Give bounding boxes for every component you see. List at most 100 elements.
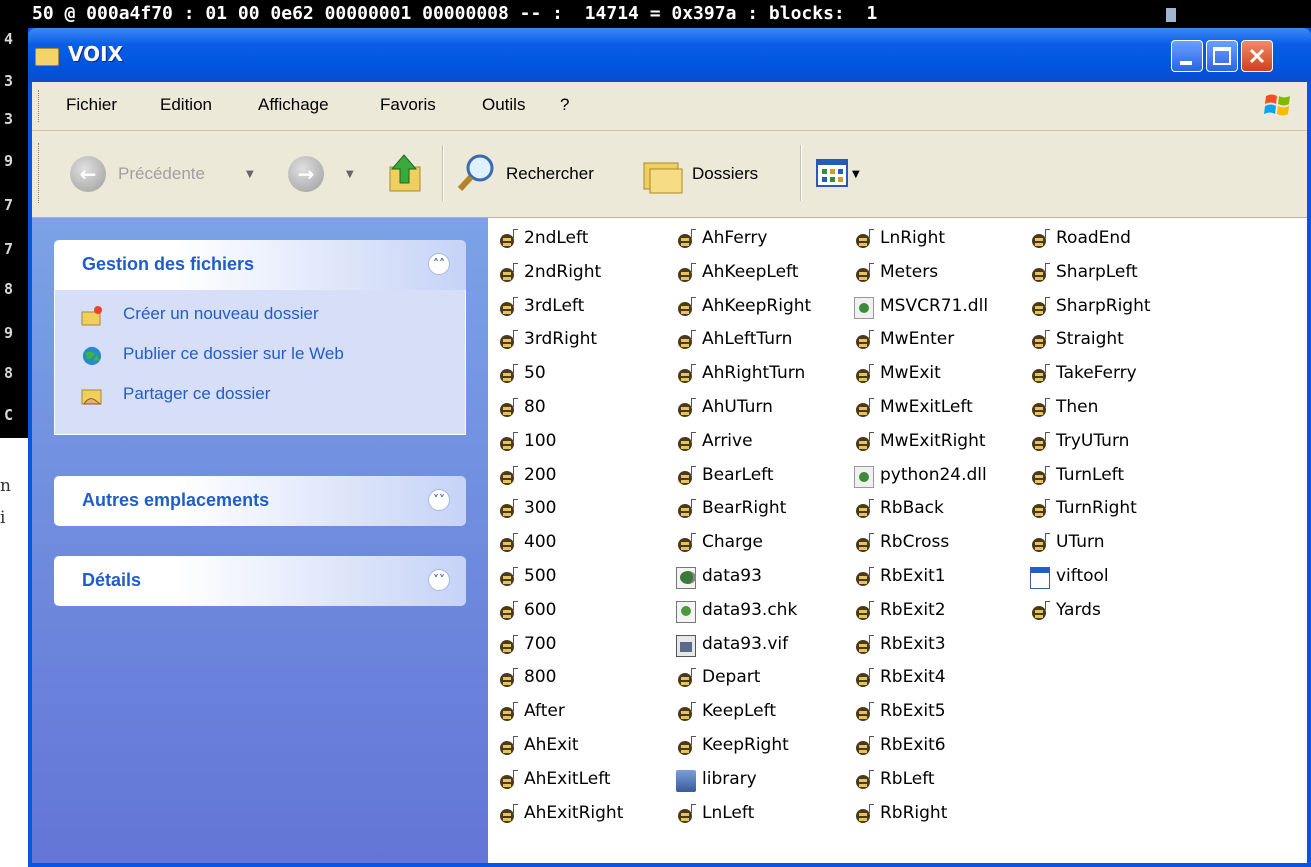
file-name: data93.chk [702,599,798,620]
file-name: data93 [702,566,762,586]
task-pane: Gestion des fichiers ˄˄ Créer un nouveau… [32,218,488,863]
explorer-window: VOIX Fichier Edition Affichage Favoris O… [28,28,1311,867]
file-name: AhLeftTurn [702,329,793,350]
back-dropdown-icon[interactable]: ▼ [246,169,254,180]
collapse-icon[interactable]: ˄˄ [428,253,450,275]
console-digit: 8 [4,280,14,298]
close-button[interactable] [1241,40,1273,72]
folder-up-icon[interactable] [386,151,426,195]
sound-file-icon [1030,431,1050,454]
folders-icon[interactable] [642,155,684,195]
file-name: Charge [702,532,764,553]
forward-dropdown-icon[interactable]: ▼ [346,169,354,180]
sound-file-icon [854,330,874,353]
menu-favoris[interactable]: Favoris [380,95,436,115]
menu-bar: Fichier Edition Affichage Favoris Outils… [32,82,1307,131]
forward-button[interactable]: → [288,156,324,192]
file-name: 500 [524,566,557,586]
menu-fichier[interactable]: Fichier [66,95,117,115]
file-name: UTurn [1056,532,1105,553]
toolbar-grip[interactable] [38,143,42,203]
folders-label[interactable]: Dossiers [692,164,758,184]
back-arrow-icon: ← [79,162,97,186]
library-file-icon [676,769,696,792]
search-label[interactable]: Rechercher [506,164,594,184]
menu-edition[interactable]: Edition [160,95,212,115]
details-panel: Détails ˅˅ [54,556,466,606]
file-name: RbRight [880,802,948,823]
task-new-folder[interactable]: Créer un nouveau dossier [55,300,465,340]
task-publish-web[interactable]: Publier ce dossier sur le Web [55,340,465,380]
sound-file-icon [676,702,696,725]
toolbar: ← Précédente ▼ → ▼ Rechercher Dossiers ▼ [32,131,1307,218]
file-name: data93.vif [702,633,789,654]
console-digit: 3 [4,110,14,128]
details-header[interactable]: Détails ˅˅ [54,556,466,606]
sound-file-icon [676,499,696,522]
menu-affichage[interactable]: Affichage [258,95,329,115]
search-icon[interactable] [456,153,496,193]
task-share-folder[interactable]: Partager ce dossier [55,380,465,420]
file-name: viftool [1056,566,1109,586]
sound-file-icon [1030,398,1050,420]
other-places-title: Autres emplacements [82,490,270,510]
mouse-cursor-icon [1166,8,1176,22]
file-name: Depart [702,667,761,688]
file-name: BearLeft [702,464,774,485]
sound-file-icon [498,499,518,522]
sound-file-icon [498,803,518,826]
menu-help[interactable]: ? [560,95,569,115]
menu-grip[interactable] [38,90,42,122]
file-tasks-header[interactable]: Gestion des fichiers ˄˄ [54,240,466,290]
sound-file-icon [498,465,518,488]
file-name: RbExit1 [880,566,946,586]
file-icon [676,567,696,589]
sound-file-icon [498,634,518,657]
file-name: AhRightTurn [702,363,806,384]
other-places-panel: Autres emplacements ˅˅ [54,476,466,526]
sound-file-icon [854,567,874,589]
file-name: RbBack [880,498,944,519]
sound-file-icon [498,330,518,353]
windows-logo-icon [1264,94,1290,116]
expand-icon[interactable]: ˅˅ [428,569,450,591]
title-bar[interactable]: VOIX [28,28,1311,82]
menu-outils[interactable]: Outils [482,95,525,115]
file-name: LnRight [880,228,946,248]
file-name: Then [1056,397,1099,417]
file-name: 300 [524,498,557,519]
file-name: 3rdLeft [524,295,585,316]
sound-file-icon [498,398,518,420]
sound-file-icon [676,736,696,758]
console-digit: 7 [4,196,14,214]
file-name: SharpLeft [1056,261,1138,282]
file-list: 2ndLeft 2ndRight 3rdLeft 3rdRight 50 80 100 200… [488,218,1307,863]
other-places-header[interactable]: Autres emplacements ˅˅ [54,476,466,526]
file-tasks-body: Créer un nouveau dossier Publier ce doss… [54,290,466,435]
dll-file-icon [854,296,874,319]
sound-file-icon [1030,600,1050,623]
console-side-strip: 4 3 3 9 7 7 8 9 8 C [0,28,28,438]
back-label[interactable]: Précédente [118,164,205,184]
file-name: TakeFerry [1056,363,1137,384]
dll-file-icon [854,465,874,488]
views-dropdown-icon[interactable]: ▼ [852,169,860,180]
expand-icon[interactable]: ˅˅ [428,489,450,511]
file-name: LnLeft [702,802,755,823]
file-name: 2ndLeft [524,228,589,248]
minimize-button[interactable] [1171,40,1203,72]
views-icon[interactable] [816,159,850,189]
sound-file-icon [854,769,874,792]
maximize-button[interactable] [1206,40,1238,72]
file-name: Straight [1056,329,1124,350]
sound-file-icon [854,229,874,251]
back-button[interactable]: ← [70,156,106,192]
file-name: AhExit [524,735,579,755]
sound-file-icon [676,668,696,691]
sound-file-icon [854,634,874,657]
console-digit: 4 [4,30,14,48]
file-name: 800 [524,667,557,688]
file-name: AhUTurn [702,397,773,417]
details-title: Détails [82,570,142,590]
file-name: MwEnter [880,329,955,350]
